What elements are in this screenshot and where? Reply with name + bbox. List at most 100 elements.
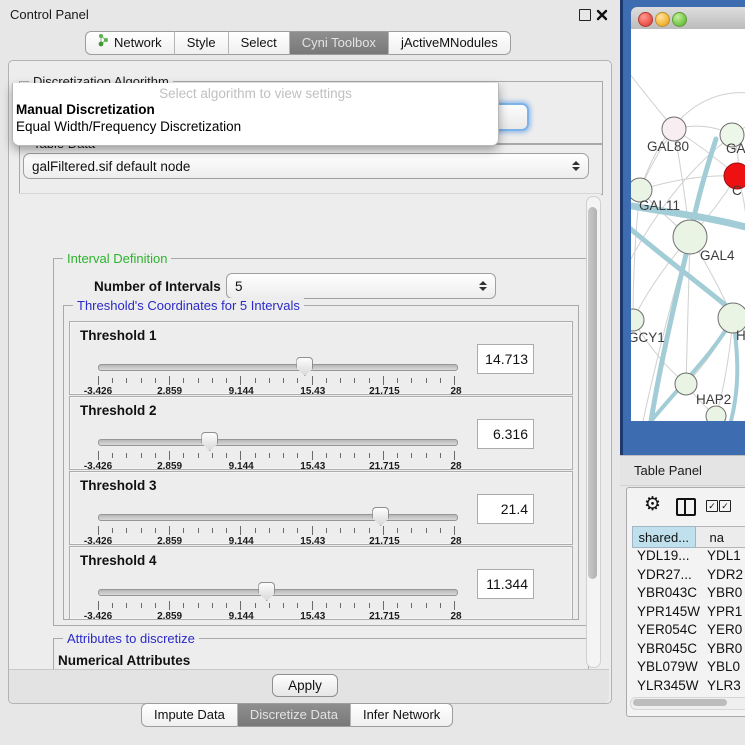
threshold-slider[interactable]: -3.4262.8599.14415.4321.71528: [98, 356, 456, 394]
node-table: shared...na YDL19...YDL1YDR27...YDR2YBR0…: [632, 526, 745, 715]
table-cell: YPR1: [701, 604, 745, 623]
tab-jactivemnodules[interactable]: jActiveMNodules: [389, 31, 511, 55]
table-cell: YER054C: [632, 622, 701, 641]
threshold-slider[interactable]: -3.4262.8599.14415.4321.71528: [98, 506, 456, 544]
settings-scroll-viewport: Interval Definition Number of Intervals …: [19, 193, 601, 670]
table-data-combobox[interactable]: galFiltered.sif default node: [23, 153, 589, 179]
tab-impute-data[interactable]: Impute Data: [141, 703, 238, 727]
table-row[interactable]: YBR045CYBR0: [632, 641, 745, 660]
table-row[interactable]: YER054CYER0: [632, 622, 745, 641]
table-column-header[interactable]: shared...: [632, 526, 696, 548]
network-window-titlebar[interactable]: [631, 7, 745, 30]
close-icon[interactable]: [596, 8, 608, 20]
table-cell: YDR2: [701, 567, 745, 586]
threshold-label: Threshold 4: [80, 553, 157, 568]
tab-infer-network[interactable]: Infer Network: [351, 703, 453, 727]
table-row[interactable]: YDR27...YDR2: [632, 567, 745, 586]
threshold-value-field[interactable]: 14.713: [477, 344, 534, 374]
algorithm-option[interactable]: Manual Discretization: [16, 102, 155, 117]
network-node-label: GAL11: [639, 198, 680, 213]
tab-label: Impute Data: [154, 704, 225, 726]
columns-icon[interactable]: [676, 498, 696, 516]
slider-track[interactable]: [98, 589, 458, 596]
tab-select[interactable]: Select: [229, 31, 290, 55]
threshold-value-field[interactable]: 11.344: [477, 569, 534, 599]
tab-label: jActiveMNodules: [401, 32, 498, 54]
network-node[interactable]: [662, 117, 686, 141]
network-canvas[interactable]: GAL80GACGAL11GAL4GCY1HHAP2: [631, 29, 745, 421]
horizontal-scrollbar[interactable]: [630, 697, 745, 710]
apply-row: Apply: [9, 669, 609, 703]
checkbox-icon[interactable]: ✓: [706, 500, 718, 512]
slider-track[interactable]: [98, 439, 458, 446]
mac-zoom-button[interactable]: [672, 12, 687, 27]
network-node[interactable]: [706, 406, 726, 421]
table-cell: YBL079W: [632, 659, 701, 678]
float-window-icon[interactable]: [579, 9, 591, 21]
top-tab-strip: NetworkStyle Select Cyni Toolbox jActiveMNo…: [85, 31, 511, 55]
checkbox-icon[interactable]: ✓: [719, 500, 731, 512]
table-rows: YDL19...YDL1YDR27...YDR2YBR043CYBR0YPR14…: [632, 548, 745, 715]
number-of-intervals-combobox[interactable]: 5: [226, 273, 496, 299]
table-panel: ⚙ ✓ ✓ shared...na YDL19...YDL1YDR27...YD…: [626, 487, 745, 717]
slider-thumb[interactable]: [372, 507, 389, 526]
vertical-scrollbar[interactable]: [586, 196, 601, 668]
control-panel-title: Control Panel: [10, 7, 89, 22]
algorithm-dropdown-popup: Select algorithm to view settings Manual…: [12, 83, 499, 146]
network-node-label: GA: [726, 141, 745, 156]
mac-minimize-button[interactable]: [655, 12, 670, 27]
threshold-slider[interactable]: -3.4262.8599.14415.4321.71528: [98, 581, 456, 619]
threshold-label: Threshold 1: [80, 328, 157, 343]
threshold-label: Threshold 3: [80, 478, 157, 493]
tab-label: Cyni Toolbox: [302, 32, 376, 54]
thresholds-group-title: Threshold's Coordinates for 5 Intervals: [73, 298, 304, 313]
tab-discretize-data[interactable]: Discretize Data: [238, 703, 351, 727]
algorithm-combobox[interactable]: [495, 103, 529, 131]
slider-ticks: [98, 601, 456, 610]
table-row[interactable]: YLR345WYLR3: [632, 678, 745, 697]
table-cell: YLR3: [701, 678, 745, 697]
slider-thumb[interactable]: [201, 432, 218, 451]
threshold-value-field[interactable]: 6.316: [477, 419, 534, 449]
table-header-row: shared...na: [632, 526, 745, 548]
table-cell: YDR27...: [632, 567, 701, 586]
threshold-slider[interactable]: -3.4262.8599.14415.4321.71528: [98, 431, 456, 469]
threshold-panel: Threshold 1 -3.4262.8599.14415.4321.71528…: [69, 321, 573, 395]
network-node[interactable]: [631, 309, 644, 331]
slider-track[interactable]: [98, 364, 458, 371]
slider-thumb[interactable]: [296, 357, 313, 376]
mac-close-button[interactable]: [638, 12, 653, 27]
table-row[interactable]: YDL19...YDL1: [632, 548, 745, 567]
slider-thumb[interactable]: [258, 582, 275, 601]
threshold-value-field[interactable]: 21.4: [477, 494, 534, 524]
tab-cyni-toolbox[interactable]: Cyni Toolbox: [290, 31, 389, 55]
table-cell: YBL0: [701, 659, 745, 678]
table-row[interactable]: YPR145WYPR1: [632, 604, 745, 623]
slider-track[interactable]: [98, 514, 458, 521]
number-of-intervals-value: 5: [235, 279, 478, 294]
apply-button[interactable]: Apply: [272, 674, 338, 697]
table-data-combobox-value: galFiltered.sif default node: [32, 159, 571, 174]
table-cell: YPR145W: [632, 604, 701, 623]
table-column-header[interactable]: na: [696, 526, 745, 548]
table-row[interactable]: YBR043CYBR0: [632, 585, 745, 604]
algorithm-option[interactable]: Equal Width/Frequency Discretization: [16, 119, 241, 134]
table-row[interactable]: YBL079WYBL0: [632, 659, 745, 678]
network-edge[interactable]: [640, 176, 737, 190]
table-panel-bar: Table Panel: [620, 455, 745, 486]
numerical-attributes-label: Numerical Attributes: [58, 653, 190, 668]
tab-style[interactable]: Style: [175, 31, 229, 55]
combobox-stepper-icon: [571, 161, 580, 171]
network-node-label: HAP2: [696, 392, 731, 407]
network-node[interactable]: [675, 373, 697, 395]
table-cell: YBR0: [701, 641, 745, 660]
tab-network[interactable]: Network: [85, 31, 175, 55]
threshold-panel: Threshold 3 -3.4262.8599.14415.4321.71528…: [69, 471, 573, 545]
threshold-panel: Threshold 4 -3.4262.8599.14415.4321.71528…: [69, 546, 573, 620]
network-node-label: GAL4: [700, 248, 735, 263]
network-node-label: GAL80: [647, 139, 689, 154]
tab-label: Select: [241, 32, 277, 54]
thresholds-group: Threshold's Coordinates for 5 Intervals …: [63, 305, 579, 620]
gear-icon[interactable]: ⚙: [644, 493, 661, 517]
table-toolbar: ⚙ ✓ ✓: [627, 488, 745, 524]
